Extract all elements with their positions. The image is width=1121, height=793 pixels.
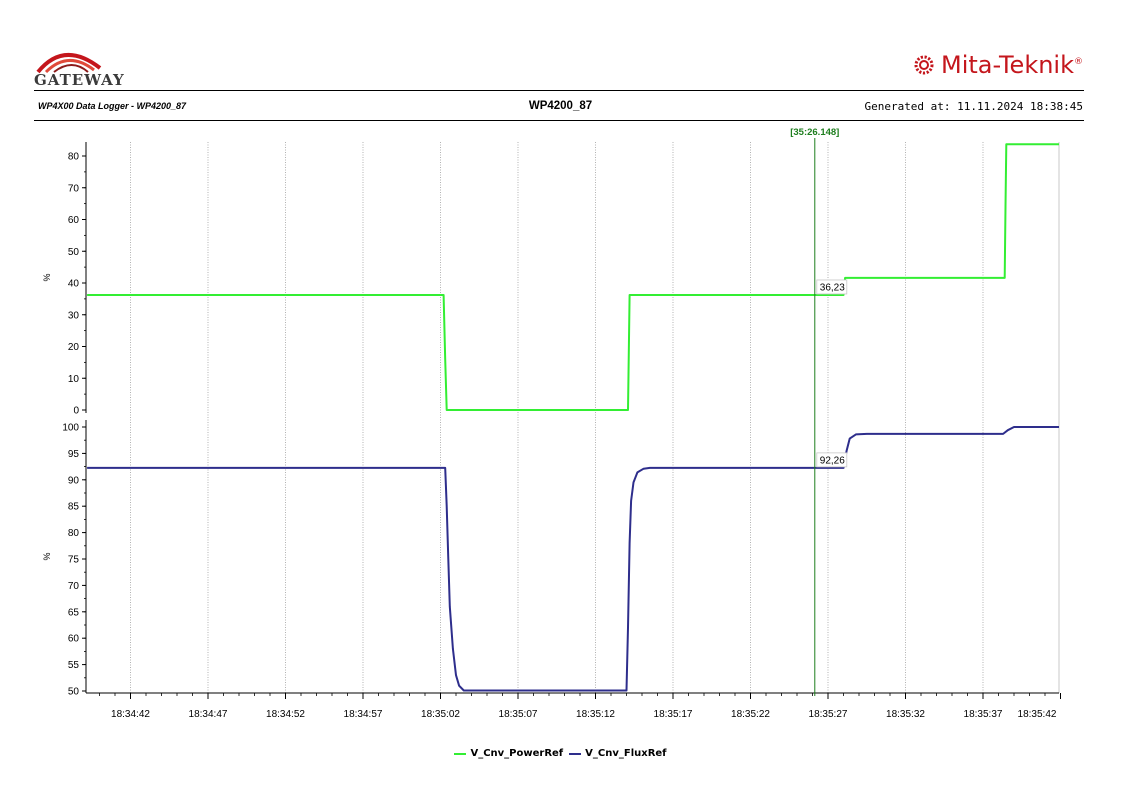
legend-swatch-flux — [569, 752, 582, 755]
legend-swatch-power — [454, 752, 467, 755]
y-tick-label: 70 — [68, 183, 80, 194]
x-tick-label: 18:35:12 — [576, 709, 615, 720]
y-tick-label: 40 — [68, 279, 80, 290]
y-tick-label: 95 — [68, 449, 80, 460]
y-tick-label: 90 — [68, 475, 80, 486]
series-line-V_Cnv_PowerRef — [87, 143, 1059, 411]
y-tick-label: 70 — [68, 581, 80, 592]
x-tick-label: 18:35:27 — [809, 709, 848, 720]
chart-legend: V_Cnv_PowerRef V_Cnv_FluxRef — [0, 748, 1121, 759]
y-tick-label: 75 — [68, 555, 80, 566]
legend-label-power: V_Cnv_PowerRef — [470, 748, 564, 759]
x-tick-label: 18:35:07 — [499, 709, 538, 720]
cursor-value-label-1: 36,23 — [820, 282, 845, 293]
y-tick-label: 50 — [68, 247, 80, 258]
x-tick-label: 18:35:17 — [654, 709, 693, 720]
legend-label-flux: V_Cnv_FluxRef — [585, 748, 667, 759]
x-tick-label: 18:34:52 — [266, 709, 305, 720]
x-tick-label: 18:35:42 — [1018, 709, 1057, 720]
y-axis-label-2: % — [42, 552, 52, 560]
y-axis-label-1: % — [42, 273, 52, 281]
legend-item-flux[interactable]: V_Cnv_FluxRef — [569, 748, 667, 759]
y-tick-label: 20 — [68, 342, 80, 353]
x-tick-label: 18:35:02 — [421, 709, 460, 720]
y-tick-label: 65 — [68, 607, 80, 618]
y-tick-label: 80 — [68, 152, 80, 163]
y-tick-label: 10 — [68, 374, 80, 385]
y-tick-label: 60 — [68, 215, 80, 226]
cursor-label: [35:26.148] — [790, 127, 839, 138]
x-tick-label: 18:35:22 — [731, 709, 770, 720]
legend-item-power[interactable]: V_Cnv_PowerRef — [454, 748, 563, 759]
line-chart: 0 10 20 30 40 50 60 70 80% 50 55 60 65 70 75 80 85 90 95 10… — [42, 127, 1061, 720]
x-tick-label: 18:34:42 — [111, 709, 150, 720]
x-tick-label: 18:34:57 — [344, 709, 383, 720]
y-tick-label: 55 — [68, 660, 80, 671]
y-tick-label: 30 — [68, 310, 80, 321]
x-tick-label: 18:34:47 — [189, 709, 228, 720]
y-tick-label: 80 — [68, 528, 80, 539]
y-tick-label: 50 — [68, 687, 80, 698]
y-tick-label: 100 — [62, 423, 79, 434]
series-line-V_Cnv_FluxRef — [87, 426, 1059, 692]
y-tick-label: 60 — [68, 634, 80, 645]
y-tick-label: 0 — [73, 406, 79, 417]
x-tick-label: 18:35:32 — [886, 709, 925, 720]
y-tick-label: 85 — [68, 502, 80, 513]
cursor-value-label-2: 92,26 — [820, 455, 845, 466]
x-tick-label: 18:35:37 — [964, 709, 1003, 720]
